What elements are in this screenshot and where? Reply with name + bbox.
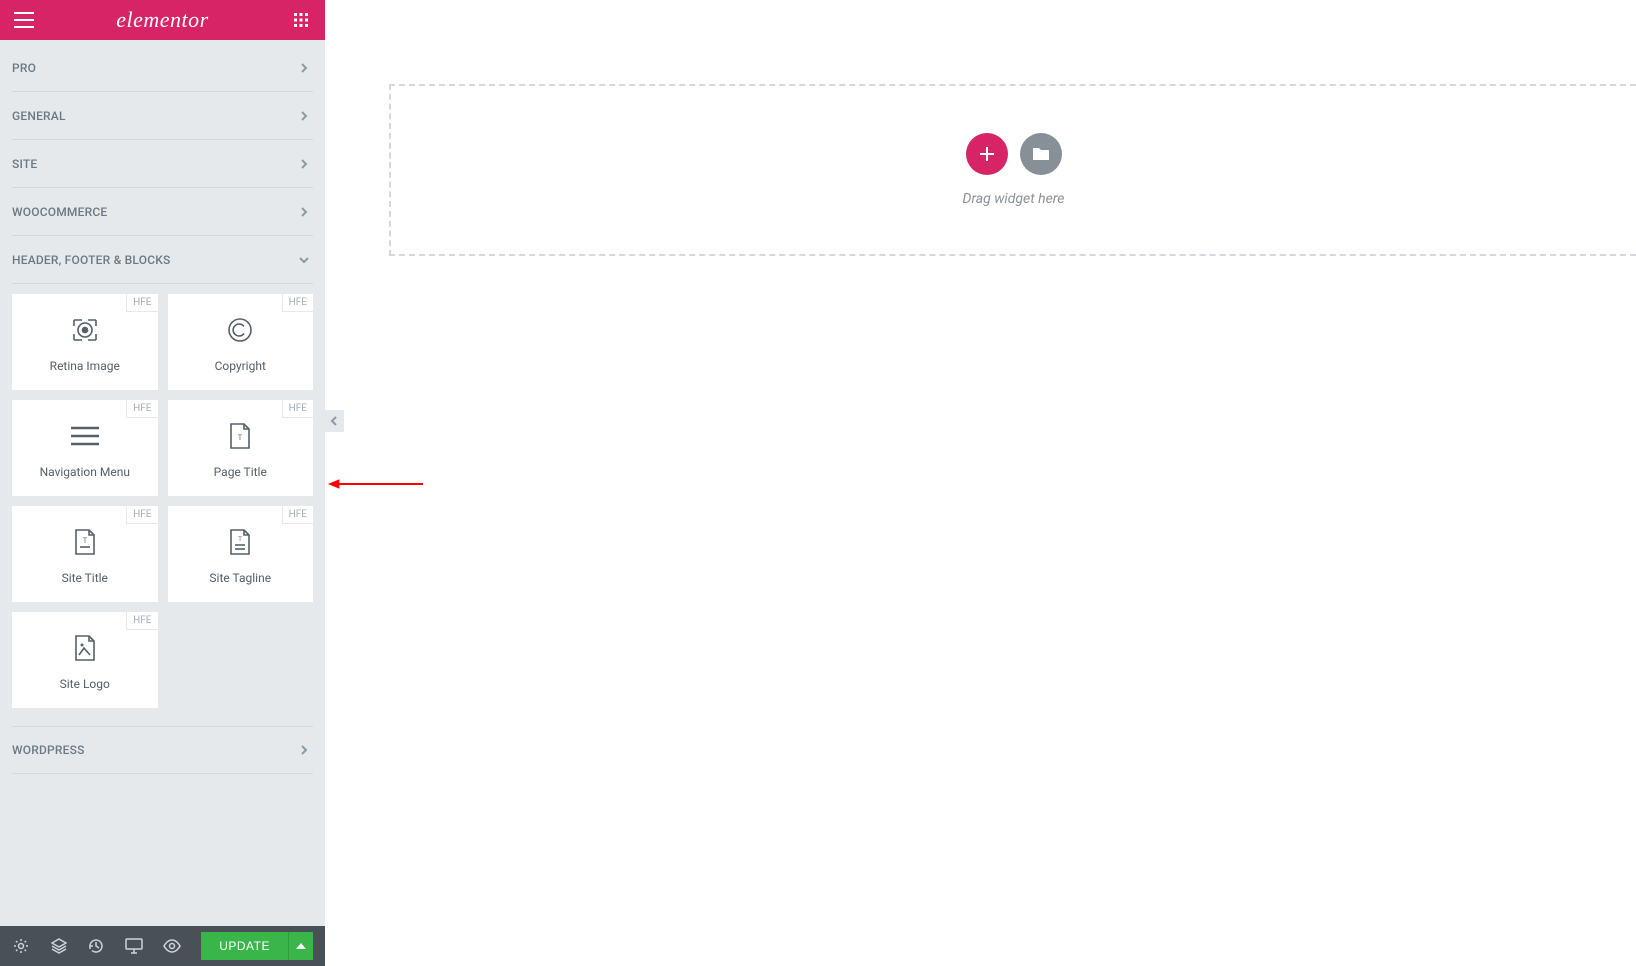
widget-badge: HFE	[126, 400, 157, 418]
editor-canvas: Drag widget here	[325, 0, 1636, 966]
widget-site-tagline[interactable]: HFE T Site Tagline	[168, 506, 314, 602]
site-tagline-icon: T	[225, 527, 255, 557]
widget-copyright[interactable]: HFE Copyright	[168, 294, 314, 390]
widget-badge: HFE	[126, 612, 157, 630]
elementor-logo: elementor	[116, 7, 208, 33]
chevron-right-icon	[295, 203, 313, 221]
svg-text:T: T	[238, 536, 242, 543]
category-label: HEADER, FOOTER & BLOCKS	[12, 253, 170, 267]
category-label: GENERAL	[12, 109, 66, 123]
history-button[interactable]	[87, 937, 105, 955]
drop-zone-actions	[966, 133, 1062, 175]
chevron-right-icon	[295, 59, 313, 77]
widget-navigation-menu[interactable]: HFE Navigation Menu	[12, 400, 158, 496]
responsive-button[interactable]	[125, 937, 143, 955]
widget-label: Page Title	[214, 465, 267, 479]
category-label: WOOCOMMERCE	[12, 205, 107, 219]
update-button[interactable]: UPDATE	[201, 932, 288, 960]
widget-site-logo[interactable]: HFE Site Logo	[12, 612, 158, 708]
history-icon	[88, 938, 104, 954]
eye-icon	[163, 939, 181, 953]
grid-icon	[294, 13, 308, 27]
widget-retina-image[interactable]: HFE Retina Image	[12, 294, 158, 390]
menu-icon	[14, 12, 34, 28]
category-label: PRO	[12, 61, 36, 75]
widget-badge: HFE	[282, 400, 313, 418]
widget-site-title[interactable]: HFE T Site Title	[12, 506, 158, 602]
widget-page-title[interactable]: HFE T Page Title	[168, 400, 314, 496]
caret-up-icon	[296, 943, 306, 949]
category-label: WORDPRESS	[12, 743, 85, 757]
site-title-icon: T	[70, 527, 100, 557]
retina-image-icon	[70, 315, 100, 345]
widget-label: Copyright	[215, 359, 266, 373]
svg-text:T: T	[83, 537, 88, 545]
monitor-icon	[125, 938, 143, 954]
chevron-down-icon	[295, 251, 313, 269]
drop-zone-hint: Drag widget here	[963, 191, 1065, 207]
copyright-icon	[225, 315, 255, 345]
sidebar-header: elementor	[0, 0, 325, 40]
category-general[interactable]: GENERAL	[12, 92, 313, 140]
widget-badge: HFE	[126, 506, 157, 524]
settings-button[interactable]	[12, 937, 30, 955]
update-button-group: UPDATE	[201, 932, 313, 960]
chevron-right-icon	[295, 741, 313, 759]
widget-categories: PRO GENERAL SITE WOOCOMMERCE HEADER, F	[0, 40, 325, 926]
widget-label: Site Logo	[60, 677, 110, 691]
category-site[interactable]: SITE	[12, 140, 313, 188]
folder-icon	[1032, 146, 1050, 162]
layers-icon	[51, 938, 67, 954]
svg-text:T: T	[238, 434, 243, 442]
widget-badge: HFE	[282, 506, 313, 524]
gear-icon	[13, 938, 29, 954]
widget-label: Navigation Menu	[40, 465, 130, 479]
navigator-button[interactable]	[50, 937, 68, 955]
widget-label: Retina Image	[50, 359, 120, 373]
navigation-menu-icon	[70, 421, 100, 451]
widget-label: Site Tagline	[209, 571, 271, 585]
widget-label: Site Title	[62, 571, 108, 585]
page-title-icon: T	[225, 421, 255, 451]
widget-badge: HFE	[126, 294, 157, 312]
preview-button[interactable]	[163, 937, 181, 955]
plus-icon	[978, 145, 996, 163]
category-woocommerce[interactable]: WOOCOMMERCE	[12, 188, 313, 236]
category-wordpress[interactable]: WORDPRESS	[12, 726, 313, 774]
hamburger-menu-button[interactable]	[12, 8, 36, 32]
category-label: SITE	[12, 157, 37, 171]
widget-badge: HFE	[282, 294, 313, 312]
category-pro[interactable]: PRO	[12, 44, 313, 92]
sidebar: elementor PRO GENERAL SITE	[0, 0, 325, 966]
site-logo-icon	[70, 633, 100, 663]
chevron-right-icon	[295, 107, 313, 125]
update-options-button[interactable]	[288, 932, 313, 960]
chevron-right-icon	[295, 155, 313, 173]
drop-zone[interactable]: Drag widget here	[389, 84, 1636, 256]
add-section-button[interactable]	[966, 133, 1008, 175]
category-hfe[interactable]: HEADER, FOOTER & BLOCKS	[12, 236, 313, 284]
add-template-button[interactable]	[1020, 133, 1062, 175]
widgets-grid: HFE Retina Image HFE Copyrigh	[12, 284, 313, 726]
apps-grid-button[interactable]	[289, 8, 313, 32]
sidebar-footer: UPDATE	[0, 926, 325, 966]
